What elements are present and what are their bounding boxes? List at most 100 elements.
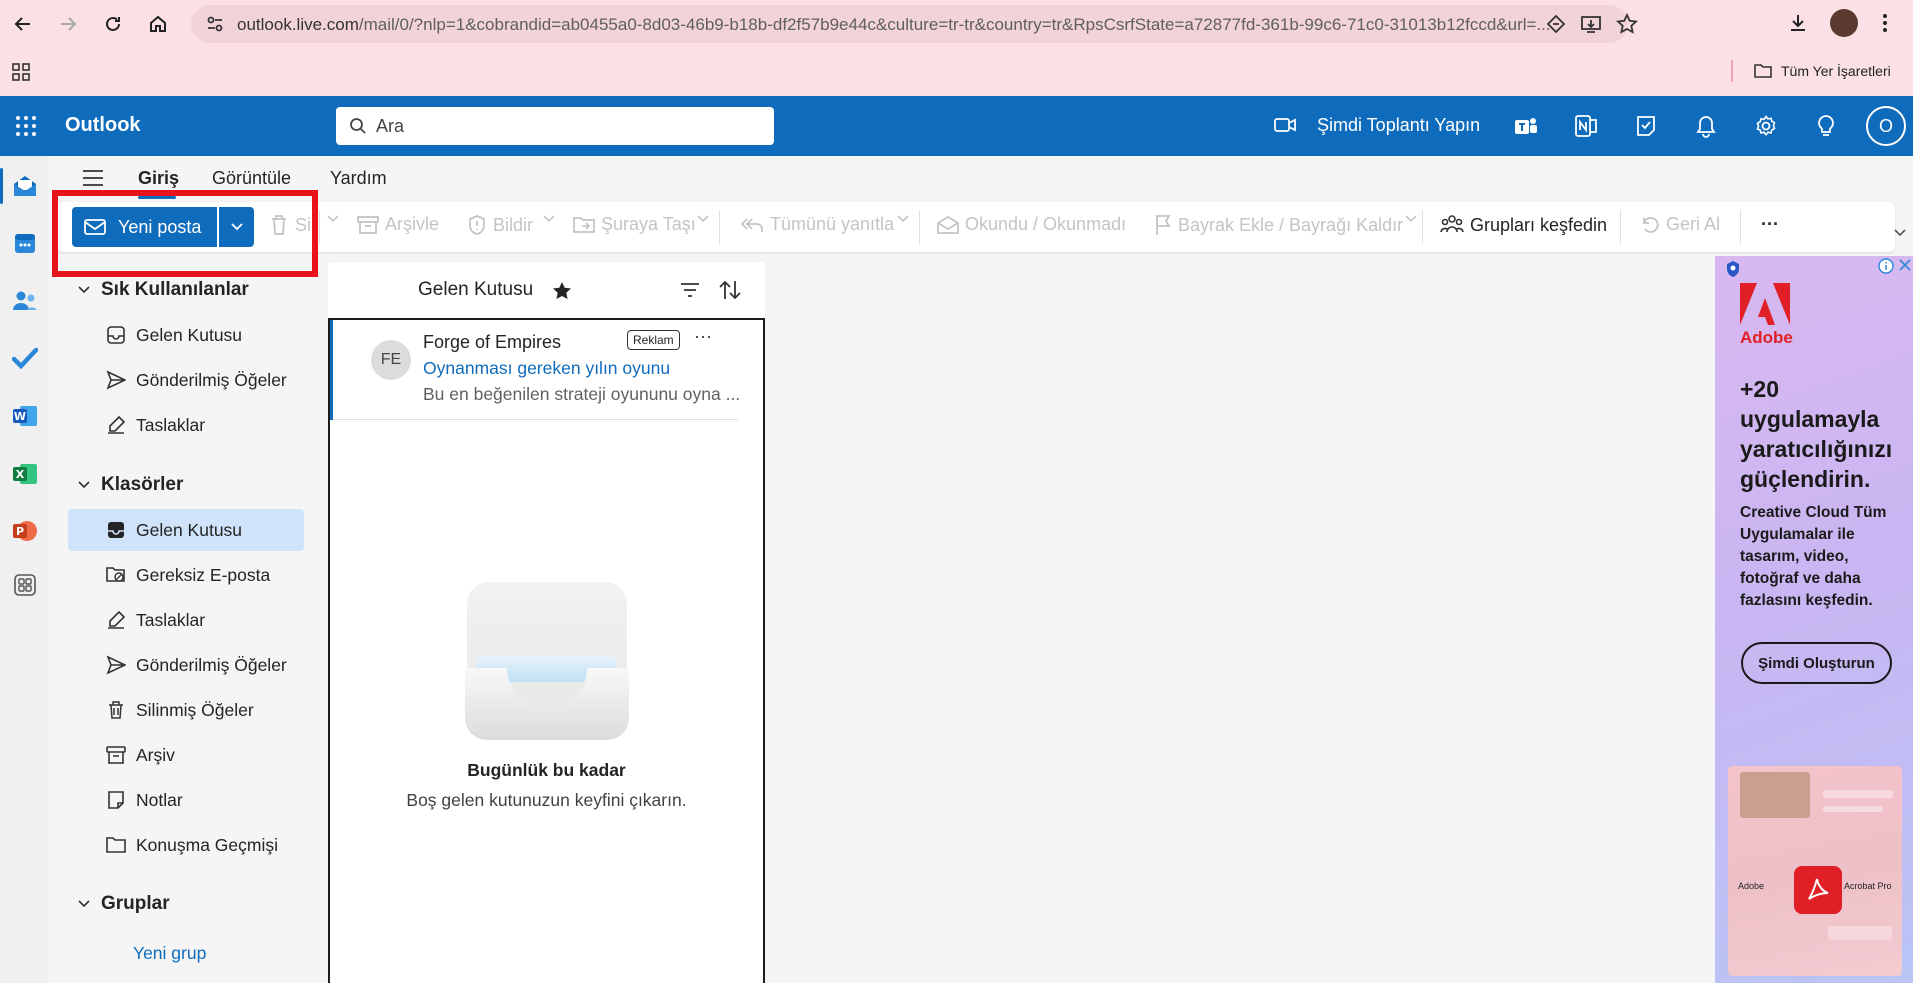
back-button[interactable] [7, 8, 39, 40]
downloads-icon[interactable] [1787, 12, 1809, 34]
word-app-icon[interactable]: W [10, 401, 40, 431]
todo-app-icon[interactable] [10, 343, 40, 373]
ribbon-separator [319, 210, 320, 244]
undo-button[interactable]: Geri Al [1640, 214, 1720, 235]
groups-icon [1440, 215, 1464, 233]
ad-close-icon[interactable] [1898, 258, 1912, 272]
draft-icon [108, 610, 126, 629]
tab-help[interactable]: Yardım [330, 168, 387, 189]
folder-item-drafts[interactable]: Taslaklar [68, 599, 304, 641]
account-avatar[interactable]: O [1866, 106, 1906, 146]
ribbon-separator [1740, 210, 1741, 244]
ad-info-icon[interactable] [1878, 258, 1894, 274]
bell-icon[interactable] [1691, 111, 1721, 141]
ribbon-expand-icon[interactable] [1893, 228, 1907, 238]
ad-decoration [1823, 790, 1893, 798]
ad-message-row[interactable]: FE Forge of Empires Reklam ··· Oynanması… [330, 320, 763, 420]
more-apps-icon[interactable] [10, 570, 40, 600]
sort-icon[interactable] [718, 279, 742, 301]
todo-note-icon[interactable] [1631, 111, 1661, 141]
filter-icon[interactable] [680, 282, 700, 298]
bookmark-star-icon[interactable] [1616, 13, 1638, 35]
profile-avatar[interactable] [1830, 9, 1858, 37]
card-left-label: Adobe [1738, 881, 1765, 891]
adchoices-shield-icon[interactable] [1725, 260, 1741, 278]
report-button[interactable]: Bildir [467, 214, 533, 236]
all-bookmarks-label: Tüm Yer İşaretleri [1781, 63, 1891, 79]
forward-button[interactable] [52, 8, 84, 40]
mail-app-icon[interactable] [10, 171, 40, 201]
chevron-down-icon[interactable] [697, 214, 715, 224]
tab-view[interactable]: Görüntüle [212, 168, 291, 189]
sender-avatar: FE [371, 340, 411, 380]
hamburger-menu-icon[interactable] [82, 169, 104, 187]
search-icon [349, 117, 367, 135]
tab-home[interactable]: Giriş [138, 168, 179, 189]
excel-app-icon[interactable]: X [10, 459, 40, 489]
annotation-highlight-box [52, 190, 318, 277]
new-group-link[interactable]: Yeni grup [133, 943, 206, 964]
svg-text:P: P [16, 525, 24, 538]
home-button[interactable] [142, 8, 174, 40]
svg-text:W: W [14, 410, 26, 423]
ribbon-separator [1620, 210, 1621, 244]
favorites-header[interactable]: Sık Kullanılanlar [77, 279, 249, 301]
folders-header[interactable]: Klasörler [77, 474, 183, 496]
row-divider [333, 419, 738, 420]
onenote-icon[interactable] [1571, 111, 1601, 141]
app-launcher-icon[interactable] [15, 115, 37, 137]
move-to-button[interactable]: Şuraya Taşı [573, 214, 696, 235]
groups-header[interactable]: Gruplar [77, 893, 170, 915]
folder-item-notes[interactable]: Notlar [68, 779, 304, 821]
archive-icon [106, 746, 126, 764]
read-unread-button[interactable]: Okundu / Okunmadı [937, 214, 1126, 235]
calendar-app-icon[interactable] [10, 228, 40, 258]
adobe-logo-icon [1740, 283, 1790, 325]
inbox-icon [107, 326, 125, 344]
site-settings-icon[interactable] [205, 14, 225, 34]
app-name[interactable]: Outlook [65, 114, 141, 137]
chevron-down-icon[interactable] [543, 214, 561, 224]
archive-button[interactable]: Arşivle [357, 214, 439, 235]
favorite-item-inbox[interactable]: Gelen Kutusu [68, 314, 304, 356]
more-options-button[interactable]: ··· [1761, 214, 1779, 235]
meet-now-button[interactable]: Şimdi Toplantı Yapın [1317, 115, 1480, 136]
install-app-icon[interactable] [1580, 14, 1602, 34]
undo-icon [1643, 216, 1659, 233]
search-box[interactable] [336, 107, 774, 145]
people-app-icon[interactable] [10, 286, 40, 316]
favorite-star-icon[interactable] [551, 280, 573, 302]
favorite-item-sent[interactable]: Gönderilmiş Öğeler [68, 359, 304, 401]
ad-panel[interactable]: Adobe +20 uygulamayla yaratıcılığınızı g… [1715, 256, 1913, 983]
discover-groups-button[interactable]: Grupları keşfedin [1440, 214, 1607, 236]
powerpoint-app-icon[interactable]: P [10, 516, 40, 546]
reload-button[interactable] [97, 8, 129, 40]
folder-item-inbox[interactable]: Gelen Kutusu [68, 509, 304, 551]
message-list-header: Gelen Kutusu [328, 262, 765, 318]
ad-cta-button[interactable]: Şimdi Oluşturun [1741, 642, 1892, 684]
folder-item-conversation-history[interactable]: Konuşma Geçmişi [68, 824, 304, 866]
chevron-down-icon[interactable] [1405, 214, 1423, 224]
folder-item-deleted[interactable]: Silinmiş Öğeler [68, 689, 304, 731]
chevron-down-icon[interactable] [327, 214, 345, 224]
search-input[interactable] [376, 107, 756, 145]
teams-icon[interactable] [1511, 111, 1541, 141]
browser-menu-icon[interactable] [1880, 12, 1890, 34]
ribbon-tabs: Giriş Görüntüle Yardım [48, 156, 1913, 202]
ad-more-button[interactable]: ··· [694, 326, 712, 347]
folder-item-junk[interactable]: Gereksiz E-posta [68, 554, 304, 596]
gear-icon[interactable] [1751, 111, 1781, 141]
chevron-down-icon[interactable] [897, 214, 915, 224]
video-camera-icon[interactable] [1274, 115, 1296, 135]
lightbulb-icon[interactable] [1811, 111, 1841, 141]
all-bookmarks-button[interactable]: Tüm Yer İşaretleri [1753, 62, 1891, 80]
folder-item-sent[interactable]: Gönderilmiş Öğeler [68, 644, 304, 686]
folder-item-archive[interactable]: Arşiv [68, 734, 304, 776]
flag-button[interactable]: Bayrak Ekle / Bayrağı Kaldır [1154, 214, 1403, 236]
reply-all-button[interactable]: Tümünü yanıtla [740, 214, 894, 235]
address-bar[interactable]: outlook.live.com/mail/0/?nlp=1&cobrandid… [191, 5, 1638, 43]
translate-icon[interactable] [1546, 14, 1566, 34]
favorite-item-drafts[interactable]: Taslaklar [68, 404, 304, 446]
message-list-body: FE Forge of Empires Reklam ··· Oynanması… [328, 318, 765, 983]
apps-grid-icon[interactable] [11, 62, 31, 82]
